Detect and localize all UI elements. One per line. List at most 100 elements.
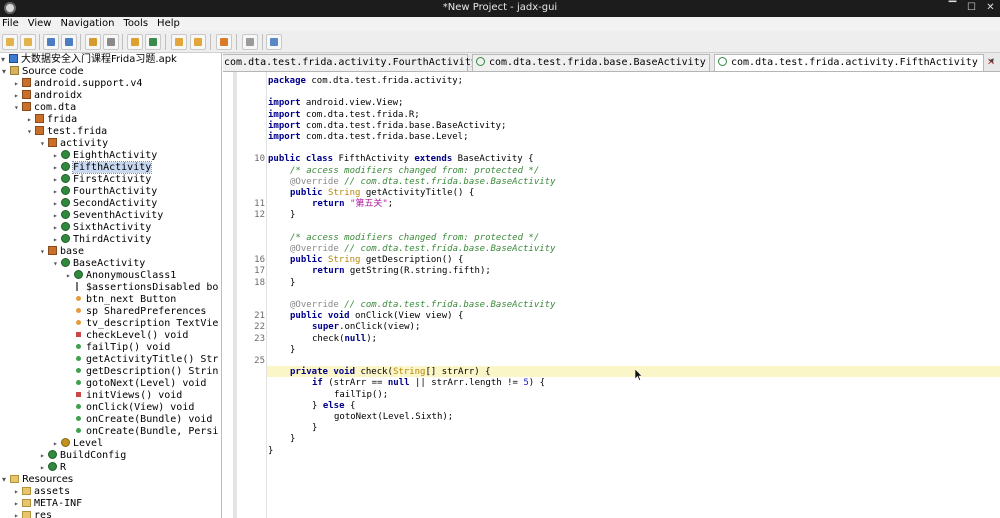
code-line[interactable]: check(null); [268, 334, 377, 345]
tree-folder-assets[interactable]: ▸ assets [14, 486, 70, 498]
expand-icon[interactable]: ▸ [14, 486, 22, 498]
minimize-button[interactable]: ▔ [945, 1, 960, 15]
expand-icon[interactable]: ▸ [27, 114, 35, 126]
expand-icon[interactable]: ▸ [14, 498, 22, 510]
collapse-icon[interactable]: ▾ [27, 126, 35, 138]
tree-class-eighthactivity[interactable]: ▸ EighthActivity [53, 150, 157, 162]
expand-icon[interactable]: ▸ [53, 210, 61, 222]
expand-icon[interactable]: ▸ [40, 450, 48, 462]
code-line[interactable]: failTip(); [268, 390, 388, 401]
project-tree[interactable]: ▾ 大数据安全入门课程Frida习题.apk ▾ Source code ▸ andr… [0, 53, 222, 518]
code-line[interactable]: } else { [268, 401, 355, 412]
save-all-icon[interactable] [61, 34, 77, 50]
tab-fourthactivity[interactable]: com.dta.test.frida.activity.FourthActivi… [223, 54, 494, 71]
code-line[interactable]: return getString(R.string.fifth); [268, 266, 491, 277]
tree-package-base[interactable]: ▾ base [40, 246, 84, 258]
tree-member-oncreate-persistable[interactable]: onCreate(Bundle, Persi [74, 426, 218, 438]
save-icon[interactable] [43, 34, 59, 50]
tree-package-testfrida[interactable]: ▾ test.frida [27, 126, 107, 138]
code-line[interactable]: } [268, 210, 295, 221]
tree-class-r[interactable]: ▸ R [40, 462, 66, 474]
code-line[interactable]: package com.dta.test.frida.activity; [268, 76, 463, 87]
code-line[interactable]: @Override // com.dta.test.frida.base.Bas… [268, 177, 556, 188]
expand-icon[interactable]: ▸ [53, 222, 61, 234]
search-icon[interactable] [127, 34, 143, 50]
collapse-icon[interactable]: ▾ [2, 66, 10, 78]
tree-member-assertionsdisabled[interactable]: $assertionsDisabled bo [74, 282, 218, 294]
menu-help[interactable]: Help [155, 17, 187, 31]
tree-package-androidx[interactable]: ▸ androidx [14, 90, 82, 102]
code-line[interactable]: import com.dta.test.frida.base.BaseActiv… [268, 121, 506, 132]
expand-icon[interactable]: ▸ [53, 234, 61, 246]
menu-file[interactable]: File [0, 17, 26, 31]
expand-icon[interactable]: ▸ [53, 150, 61, 162]
tree-package-comdta[interactable]: ▾ com.dta [14, 102, 76, 114]
code-line[interactable]: return "第五关"; [268, 199, 393, 210]
forward-icon[interactable] [190, 34, 206, 50]
collapse-icon[interactable]: ▾ [14, 102, 22, 114]
expand-icon[interactable]: ▸ [14, 90, 22, 102]
code-line[interactable]: } [268, 446, 273, 457]
tree-apk-node[interactable]: ▾ 大数据安全入门课程Frida习题.apk [1, 54, 177, 66]
tree-source-code[interactable]: ▾ Source code [2, 66, 84, 78]
code-line[interactable]: } [268, 423, 317, 434]
tree-package-frida[interactable]: ▸ frida [27, 114, 77, 126]
back-icon[interactable] [171, 34, 187, 50]
expand-icon[interactable]: ▸ [53, 186, 61, 198]
tree-class-secondactivity[interactable]: ▸ SecondActivity [53, 198, 157, 210]
code-line[interactable]: import com.dta.test.frida.base.Level; [268, 132, 469, 143]
tree-package-activity[interactable]: ▾ activity [40, 138, 108, 150]
code-line[interactable]: gotoNext(Level.Sixth); [268, 412, 453, 423]
tree-enum-level[interactable]: ▸ Level [53, 438, 103, 450]
tree-member-tv-description[interactable]: tv_description TextVie [74, 318, 218, 330]
tree-package-support[interactable]: ▸ android.support.v4 [14, 78, 142, 90]
open-file-icon[interactable] [2, 34, 18, 50]
tree-class-sixthactivity[interactable]: ▸ SixthActivity [53, 222, 151, 234]
tab-baseactivity[interactable]: com.dta.test.frida.base.BaseActivity✕ [472, 54, 723, 71]
tree-member-sp[interactable]: sp SharedPreferences [74, 306, 206, 318]
tree-member-anonymousclass1[interactable]: ▸ AnonymousClass1 [66, 270, 176, 282]
code-line[interactable]: public class FifthActivity extends BaseA… [268, 154, 534, 165]
code-line[interactable]: } [268, 278, 295, 289]
menu-view[interactable]: View [26, 17, 59, 31]
flatten-icon[interactable] [103, 34, 119, 50]
expand-icon[interactable]: ▸ [66, 270, 74, 282]
code-editor[interactable]: 10 11 12 16 17 18 21 22 23 25 package com.dta.tes… [223, 72, 1000, 518]
tree-class-firstactivity[interactable]: ▸ FirstActivity [53, 174, 151, 186]
tab-fifthactivity[interactable]: com.dta.test.frida.activity.FifthActivit… [714, 54, 995, 71]
collapse-icon[interactable]: ▾ [40, 246, 48, 258]
code-line[interactable]: import android.view.View; [268, 98, 403, 109]
expand-icon[interactable]: ▸ [53, 174, 61, 186]
code-line[interactable]: } [268, 434, 295, 445]
code-line[interactable]: @Override // com.dta.test.frida.base.Bas… [268, 244, 556, 255]
tree-member-getdescription[interactable]: getDescription() Strin [74, 366, 218, 378]
collapse-icon[interactable]: ▾ [2, 474, 10, 486]
tree-folder-res[interactable]: ▸ res [14, 510, 52, 518]
tree-class-buildconfig[interactable]: ▸ BuildConfig [40, 450, 126, 462]
code-line[interactable]: public String getActivityTitle() { [268, 188, 474, 199]
tree-class-fifthactivity[interactable]: ▸ FifthActivity [53, 161, 153, 174]
log-icon[interactable] [242, 34, 258, 50]
maximize-button[interactable]: ☐ [964, 1, 979, 15]
find-class-icon[interactable] [145, 34, 161, 50]
tree-folder-meta-inf[interactable]: ▸ META-INF [14, 498, 82, 510]
menu-tools[interactable]: Tools [121, 17, 155, 31]
code-line[interactable]: public String getDescription() { [268, 255, 463, 266]
tree-class-seventhactivity[interactable]: ▸ SeventhActivity [53, 210, 163, 222]
tree-class-fourthactivity[interactable]: ▸ FourthActivity [53, 186, 157, 198]
tree-member-gotonext[interactable]: gotoNext(Level) void [74, 378, 206, 390]
code-line[interactable]: import com.dta.test.frida.R; [268, 110, 420, 121]
code-line[interactable]: public void onClick(View view) { [268, 311, 463, 322]
settings-icon[interactable] [266, 34, 282, 50]
code-line[interactable]: /* access modifiers changed from: protec… [268, 166, 539, 177]
sync-icon[interactable] [85, 34, 101, 50]
tree-member-getactivitytitle[interactable]: getActivityTitle() Str [74, 354, 218, 366]
code-line[interactable]: private void check(String[] strArr) { [268, 367, 491, 378]
expand-icon[interactable]: ▸ [14, 78, 22, 90]
code-line[interactable]: super.onClick(view); [268, 322, 420, 333]
tree-member-failtip[interactable]: failTip() void [74, 342, 170, 354]
tree-member-onclick[interactable]: onClick(View) void [74, 402, 194, 414]
code-line[interactable]: } [268, 345, 295, 356]
tree-class-thirdactivity[interactable]: ▸ ThirdActivity [53, 234, 151, 246]
collapse-icon[interactable]: ▾ [1, 54, 9, 66]
